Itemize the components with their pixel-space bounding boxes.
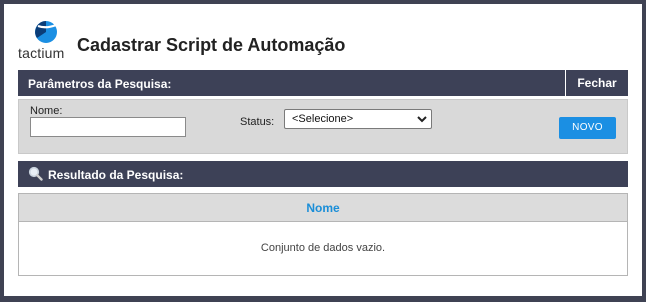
header: tactium Cadastrar Script de Automação <box>18 18 618 62</box>
new-button[interactable]: NOVO <box>559 117 616 139</box>
search-icon <box>28 166 43 181</box>
logo-text: tactium <box>18 45 65 61</box>
chevron-down-icon <box>417 116 427 123</box>
close-button[interactable]: Fechar <box>566 70 628 96</box>
status-select[interactable]: <Selecione> <box>284 109 432 129</box>
nome-input[interactable] <box>30 117 186 137</box>
results-bar: Resultado da Pesquisa: <box>18 161 628 187</box>
page-title: Cadastrar Script de Automação <box>77 35 346 55</box>
search-params-bar: Parâmetros da Pesquisa: Fechar <box>18 70 628 96</box>
logo-mark-icon <box>35 21 57 43</box>
status-selected-value: <Selecione> <box>292 113 354 125</box>
tactium-logo: tactium <box>18 18 70 62</box>
results-table: Nome Conjunto de dados vazio. <box>18 193 628 276</box>
status-label: Status: <box>240 116 275 128</box>
search-panel: Nome: Status: <Selecione> NOVO <box>18 99 628 154</box>
search-params-title: Parâmetros da Pesquisa: <box>28 77 172 91</box>
results-title: Resultado da Pesquisa: <box>48 168 184 182</box>
page-frame: tactium Cadastrar Script de Automação Pa… <box>4 4 642 296</box>
nome-label: Nome: <box>30 105 63 117</box>
empty-message: Conjunto de dados vazio. <box>260 242 386 254</box>
column-header-nome[interactable]: Nome <box>19 194 627 222</box>
